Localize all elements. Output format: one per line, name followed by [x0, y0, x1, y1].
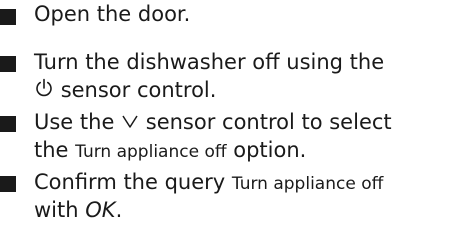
step-text: Open the door. [34, 0, 450, 28]
instruction-list: Open the door. Turn the dishwasher off u… [0, 0, 456, 240]
step-3-line-1-b: sensor control to select [145, 110, 392, 134]
step-2-line-1: Turn the dishwasher off using the [34, 50, 385, 74]
chevron-down-icon [121, 108, 139, 136]
step-3-line-1-a: Use the [34, 110, 115, 134]
step-text: the Turn appliance off option. [34, 136, 450, 166]
step-4-line-1-a: Confirm the query [34, 170, 226, 194]
step-3-line-2-a: the [34, 138, 69, 162]
step-4-line-2-a: with [34, 198, 79, 222]
step-2-line-2: sensor control. [60, 78, 217, 102]
step-3-line-2-c: option. [233, 138, 307, 162]
step-text: Use the sensor control to select [34, 108, 450, 136]
step-text: Confirm the query Turn appliance off [34, 168, 450, 198]
step-1-line-1: Open the door. [34, 2, 191, 26]
square-bullet-icon [0, 176, 16, 192]
step-text: with OK. [34, 196, 450, 224]
step-text: Turn the dishwasher off using the [34, 48, 450, 76]
square-bullet-icon [0, 9, 16, 25]
step-4-period: . [115, 198, 123, 222]
square-bullet-icon [0, 116, 16, 132]
query-label-turn-appliance-off: Turn appliance off [231, 174, 384, 194]
power-icon [34, 76, 54, 104]
ok-label: OK [85, 198, 116, 222]
option-label-turn-appliance-off: Turn appliance off [75, 142, 227, 162]
square-bullet-icon [0, 56, 16, 72]
step-text: sensor control. [34, 76, 450, 104]
